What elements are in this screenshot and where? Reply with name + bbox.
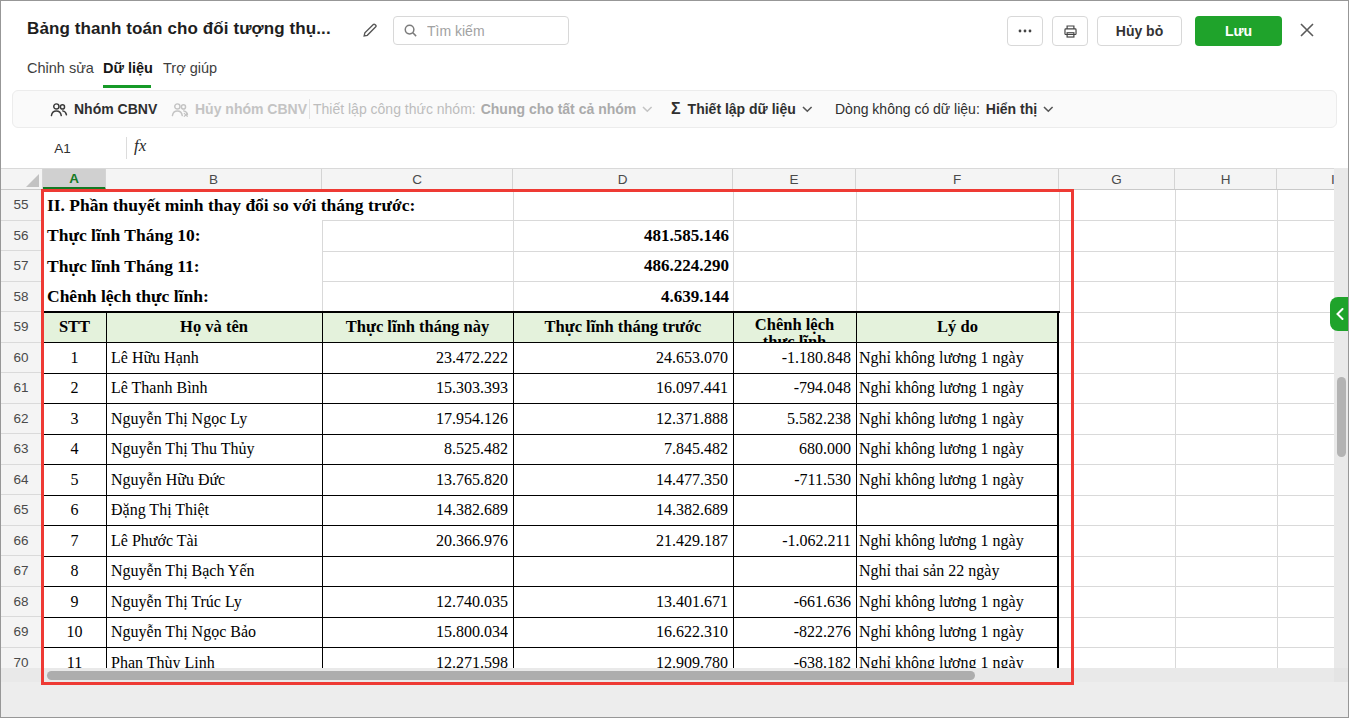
save-button[interactable]: Lưu [1195, 16, 1282, 46]
toolbar: Nhóm CBNV Hủy nhóm CBNV Thiết lập công t… [12, 90, 1337, 128]
print-button[interactable] [1052, 16, 1088, 46]
tab-help[interactable]: Trợ giúp [163, 60, 217, 76]
empty-rows-dropdown[interactable]: Dòng không có dữ liệu: Hiển thị [835, 91, 1060, 127]
row-header-68[interactable]: 68 [0, 587, 42, 618]
cell-reference-box[interactable]: A1 [0, 128, 125, 168]
formula-bar-separator [126, 137, 127, 159]
column-header-B[interactable]: B [106, 169, 322, 190]
tab-edit[interactable]: Chỉnh sửa [27, 60, 94, 76]
sigma-icon: Σ [671, 100, 681, 118]
column-header-H[interactable]: H [1175, 169, 1277, 190]
toolbar-separator [309, 99, 310, 119]
row-header-65[interactable]: 65 [0, 495, 42, 526]
selection-border [41, 189, 1074, 685]
fx-icon: fx [134, 136, 146, 156]
data-setup-dropdown[interactable]: Σ Thiết lập dữ liệu [671, 91, 819, 127]
edit-title-icon[interactable] [361, 21, 379, 43]
row-header-61[interactable]: 61 [0, 373, 42, 404]
footer-area [0, 682, 1349, 718]
ungroup-staff-label: Hủy nhóm CBNV [195, 101, 307, 117]
empty-rows-value: Hiển thị [986, 101, 1037, 117]
row-header-57[interactable]: 57 [0, 251, 42, 282]
formula-bar: A1 fx [0, 128, 1349, 168]
ungroup-staff-icon [170, 100, 189, 119]
column-header-D[interactable]: D [513, 169, 733, 190]
tab-data[interactable]: Dữ liệu [103, 60, 153, 76]
search-input-box[interactable] [393, 16, 569, 45]
row-header-56[interactable]: 56 [0, 221, 42, 252]
column-headers: ABCDEFGHI [0, 168, 1334, 190]
close-icon[interactable] [1298, 21, 1316, 43]
select-all-corner[interactable] [0, 169, 43, 190]
column-header-G[interactable]: G [1059, 169, 1175, 190]
scrollbar-corner [1334, 668, 1349, 682]
row-header-55[interactable]: 55 [0, 190, 42, 221]
row-header-64[interactable]: 64 [0, 465, 42, 496]
row-header-58[interactable]: 58 [0, 282, 42, 313]
column-header-I[interactable]: I [1277, 169, 1334, 190]
row-header-66[interactable]: 66 [0, 526, 42, 557]
group-staff-label: Nhóm CBNV [74, 101, 157, 117]
chevron-down-icon [642, 106, 653, 113]
gridline [1175, 190, 1176, 668]
gridline [1277, 190, 1278, 668]
document-title: Bảng thanh toán cho đối tượng thụ... [27, 19, 331, 39]
row-header-60[interactable]: 60 [0, 343, 42, 374]
empty-rows-label: Dòng không có dữ liệu: [835, 101, 980, 117]
corner-triangle-icon [26, 174, 39, 187]
side-panel-toggle[interactable] [1330, 297, 1349, 331]
vertical-scrollbar-thumb[interactable] [1337, 377, 1346, 457]
search-icon [403, 23, 418, 38]
more-options-button[interactable] [1007, 16, 1043, 46]
data-setup-label: Thiết lập dữ liệu [688, 101, 796, 117]
search-input[interactable] [425, 22, 549, 40]
active-tab-underline [103, 85, 151, 88]
chevron-down-icon [802, 106, 813, 113]
row-header-70[interactable]: 70 [0, 648, 42, 669]
chevron-down-icon [1043, 106, 1054, 113]
print-icon [1062, 23, 1079, 40]
row-headers: 55565758596061626364656667686970 [0, 190, 43, 668]
vertical-scrollbar[interactable] [1334, 168, 1349, 682]
row-header-67[interactable]: 67 [0, 556, 42, 587]
row-header-63[interactable]: 63 [0, 434, 42, 465]
column-header-A[interactable]: A [43, 169, 106, 190]
group-formula-label: Thiết lập công thức nhóm: [313, 101, 476, 117]
group-formula-value: Chung cho tất cả nhóm [481, 101, 637, 117]
group-formula-dropdown: Thiết lập công thức nhóm: Chung cho tất … [313, 91, 659, 127]
row-header-69[interactable]: 69 [0, 617, 42, 648]
group-staff-button[interactable]: Nhóm CBNV [49, 91, 157, 127]
cancel-button[interactable]: Hủy bỏ [1097, 16, 1182, 46]
group-staff-icon [49, 100, 68, 119]
column-header-E[interactable]: E [733, 169, 856, 190]
more-options-icon [1017, 23, 1033, 39]
column-header-F[interactable]: F [856, 169, 1059, 190]
title-bar: Bảng thanh toán cho đối tượng thụ... Hủy… [0, 0, 1349, 56]
column-header-C[interactable]: C [322, 169, 513, 190]
chevron-left-icon [1336, 308, 1344, 320]
ungroup-staff-button: Hủy nhóm CBNV [170, 91, 307, 127]
row-header-59[interactable]: 59 [0, 312, 42, 343]
row-header-62[interactable]: 62 [0, 404, 42, 435]
